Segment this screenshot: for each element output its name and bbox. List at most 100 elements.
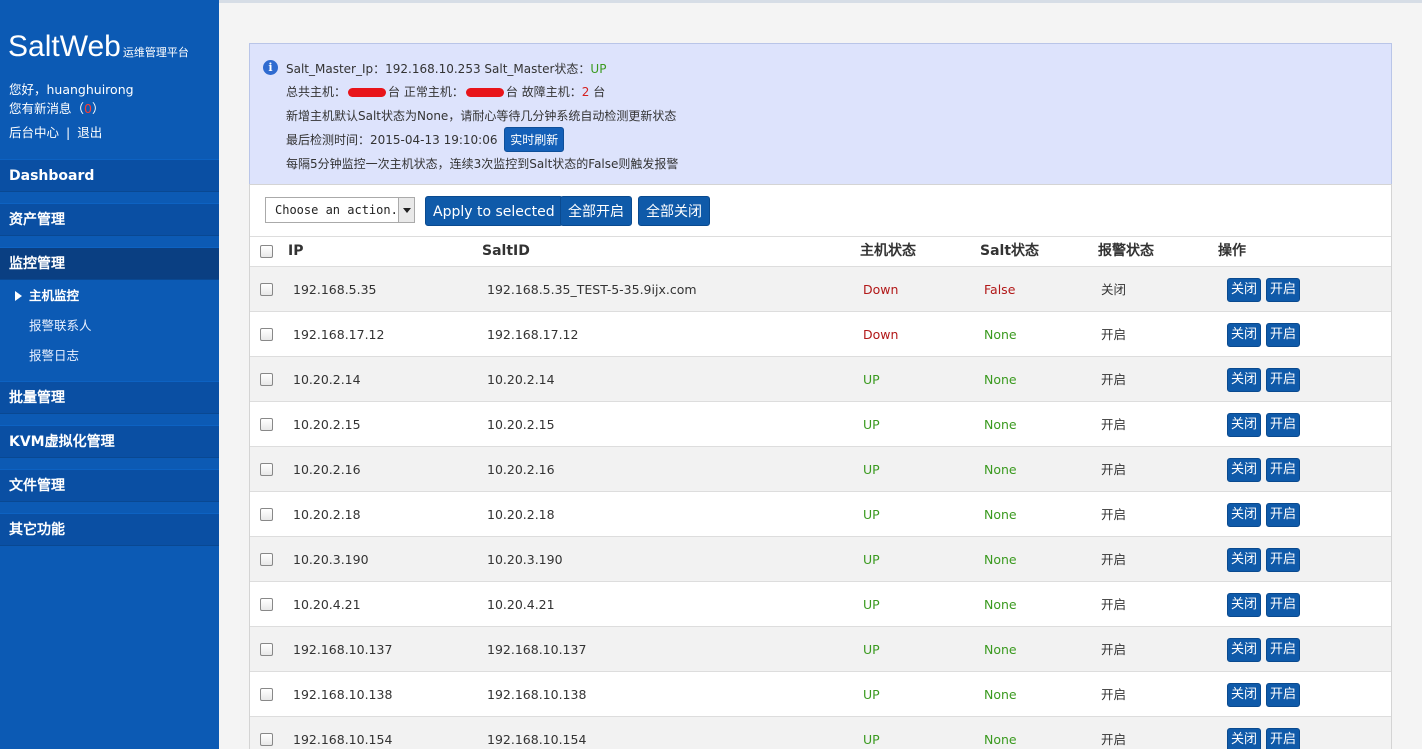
close-alert-button[interactable]: 关闭 [1227, 413, 1261, 437]
master-status-line: Salt_Master_Ip：192.168.10.253 Salt_Maste… [286, 60, 606, 77]
close-alert-button[interactable]: 关闭 [1227, 458, 1261, 482]
refresh-button[interactable]: 实时刷新 [504, 127, 565, 152]
cell-host-state: UP [863, 417, 880, 432]
info-icon: i [263, 60, 278, 75]
table-row: 192.168.10.137 192.168.10.137 UP None 开启 关闭 开启 [250, 627, 1391, 672]
last-check-label: 最后检测时间： [286, 133, 371, 147]
cell-alert-state: 开启 [1101, 372, 1127, 387]
cell-saltid: 192.168.5.35_TEST-5-35.9ijx.com [487, 282, 697, 297]
arrow-right-icon [15, 291, 22, 301]
brand-logo[interactable]: SaltWeb 运维管理平台 [8, 30, 189, 64]
row-checkbox[interactable] [260, 463, 273, 476]
disable-all-button[interactable]: 全部关闭 [638, 196, 710, 226]
subnav-alert-log[interactable]: 报警日志 [0, 341, 219, 371]
table-header: IP SaltID 主机状态 Salt状态 报警状态 操作 [250, 236, 1391, 267]
subnav-alert-contacts[interactable]: 报警联系人 [0, 311, 219, 341]
open-alert-button[interactable]: 开启 [1266, 503, 1300, 527]
redaction-mark [348, 88, 387, 97]
nav-files[interactable]: 文件管理 [0, 469, 219, 502]
row-checkbox[interactable] [260, 328, 273, 341]
cell-host-state: UP [863, 597, 880, 612]
nav-batch[interactable]: 批量管理 [0, 381, 219, 414]
open-alert-button[interactable]: 开启 [1266, 368, 1300, 392]
cell-salt-state: None [984, 417, 1017, 432]
greeting: 您好，huanghuirong [9, 82, 134, 97]
admin-center-link[interactable]: 后台中心 [9, 125, 59, 140]
master-ip: 192.168.10.253 [385, 62, 481, 76]
messages-count: 0 [84, 101, 92, 116]
row-checkbox[interactable] [260, 733, 273, 746]
close-alert-button[interactable]: 关闭 [1227, 323, 1261, 347]
logout-link[interactable]: 退出 [77, 125, 102, 140]
cell-saltid: 10.20.2.18 [487, 507, 555, 522]
messages-notice[interactable]: 您有新消息（0） [9, 98, 104, 117]
open-alert-button[interactable]: 开启 [1266, 728, 1300, 749]
row-checkbox[interactable] [260, 553, 273, 566]
open-alert-button[interactable]: 开启 [1266, 593, 1300, 617]
table-row: 192.168.10.138 192.168.10.138 UP None 开启 关闭 开启 [250, 672, 1391, 717]
messages-suffix: ） [91, 101, 105, 116]
brand-subtitle: 运维管理平台 [122, 46, 189, 59]
brand-title: SaltWeb [8, 30, 121, 63]
open-alert-button[interactable]: 开启 [1266, 278, 1300, 302]
cell-host-state: UP [863, 687, 880, 702]
table-row: 192.168.17.12 192.168.17.12 Down None 开启 关闭 开启 [250, 312, 1391, 357]
close-alert-button[interactable]: 关闭 [1227, 503, 1261, 527]
close-alert-button[interactable]: 关闭 [1227, 368, 1261, 392]
cell-ip: 10.20.2.16 [293, 462, 361, 477]
subnav-host-monitor[interactable]: 主机监控 [0, 281, 219, 311]
last-check-time: 2015-04-13 19:10:06 [370, 133, 498, 147]
close-alert-button[interactable]: 关闭 [1227, 728, 1261, 749]
open-alert-button[interactable]: 开启 [1266, 413, 1300, 437]
cell-host-state: UP [863, 372, 880, 387]
open-alert-button[interactable]: 开启 [1266, 458, 1300, 482]
col-saltid: SaltID [482, 243, 530, 259]
cell-ip: 192.168.10.154 [293, 732, 393, 747]
cell-ip: 10.20.4.21 [293, 597, 361, 612]
nav-kvm[interactable]: KVM虚拟化管理 [0, 425, 219, 458]
nav-assets[interactable]: 资产管理 [0, 203, 219, 236]
nav-monitor[interactable]: 监控管理 [0, 247, 219, 280]
link-separator: | [66, 125, 71, 140]
close-alert-button[interactable]: 关闭 [1227, 593, 1261, 617]
nav-other[interactable]: 其它功能 [0, 513, 219, 546]
nav-dashboard[interactable]: Dashboard [0, 159, 219, 192]
cell-host-state: UP [863, 642, 880, 657]
close-alert-button[interactable]: 关闭 [1227, 278, 1261, 302]
cell-saltid: 192.168.10.137 [487, 642, 587, 657]
row-checkbox[interactable] [260, 643, 273, 656]
normal-hosts-unit: 台 [505, 85, 518, 99]
open-alert-button[interactable]: 开启 [1266, 323, 1300, 347]
master-state: UP [590, 62, 607, 76]
cell-ip: 192.168.17.12 [293, 327, 385, 342]
cell-salt-state: None [984, 687, 1017, 702]
row-checkbox[interactable] [260, 418, 273, 431]
close-alert-button[interactable]: 关闭 [1227, 548, 1261, 572]
cell-alert-state: 关闭 [1101, 282, 1127, 297]
action-select[interactable]: Choose an action... [265, 197, 415, 223]
cell-ip: 192.168.10.138 [293, 687, 393, 702]
enable-all-button[interactable]: 全部开启 [560, 196, 632, 226]
apply-selected-button[interactable]: Apply to selected [425, 196, 563, 226]
cell-salt-state: None [984, 327, 1017, 342]
total-hosts-label: 总共主机： [286, 85, 347, 99]
chevron-down-icon[interactable] [398, 198, 414, 222]
close-alert-button[interactable]: 关闭 [1227, 683, 1261, 707]
cell-saltid: 10.20.4.21 [487, 597, 555, 612]
open-alert-button[interactable]: 开启 [1266, 638, 1300, 662]
close-alert-button[interactable]: 关闭 [1227, 638, 1261, 662]
host-table-panel: Choose an action... Apply to selected 全部… [249, 184, 1392, 749]
table-row: 10.20.4.21 10.20.4.21 UP None 开启 关闭 开启 [250, 582, 1391, 627]
cell-saltid: 192.168.17.12 [487, 327, 579, 342]
row-checkbox[interactable] [260, 373, 273, 386]
row-checkbox[interactable] [260, 283, 273, 296]
new-host-note: 新增主机默认Salt状态为None，请耐心等待几分钟系统自动检测更新状态 [286, 109, 677, 123]
select-all-checkbox[interactable] [260, 245, 273, 258]
row-checkbox[interactable] [260, 508, 273, 521]
row-checkbox[interactable] [260, 688, 273, 701]
open-alert-button[interactable]: 开启 [1266, 548, 1300, 572]
status-info-box: i Salt_Master_Ip：192.168.10.253 Salt_Mas… [249, 43, 1392, 185]
open-alert-button[interactable]: 开启 [1266, 683, 1300, 707]
row-checkbox[interactable] [260, 598, 273, 611]
user-links: 后台中心 | 退出 [9, 122, 102, 141]
